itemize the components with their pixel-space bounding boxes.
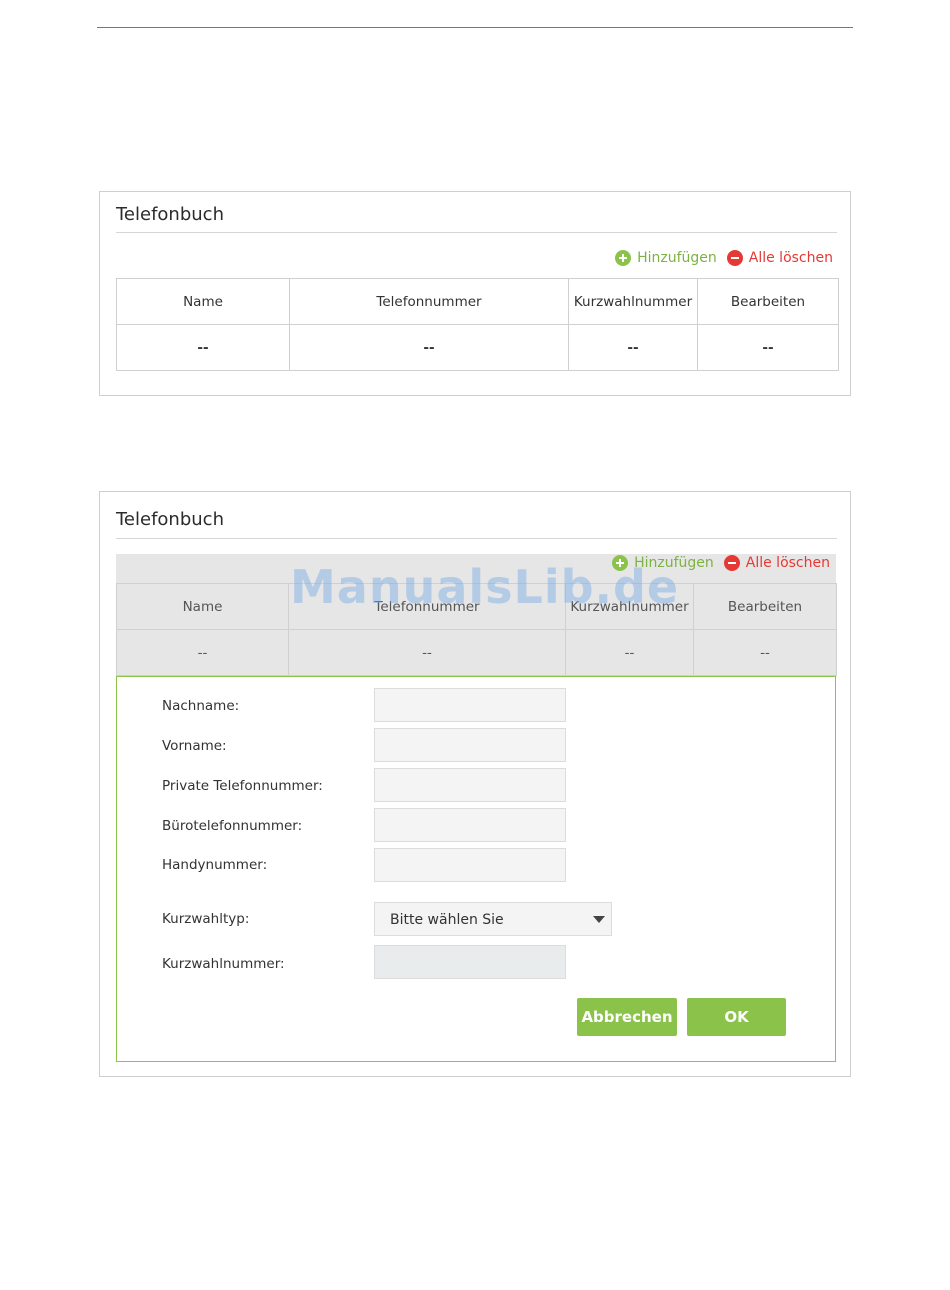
speed-dial-type-value: Bitte wählen Sie [390,912,504,928]
delete-all-label: Alle löschen [748,250,833,266]
private-phone-input[interactable] [374,768,566,802]
cell-edit: -- [697,324,839,371]
add-button[interactable]: Hinzufügen [615,250,717,266]
last-name-label: Nachname: [162,698,240,714]
cell-speed-dial: -- [565,629,694,676]
delete-all-label: Alle löschen [745,555,830,571]
cancel-button[interactable]: Abbrechen [577,998,677,1036]
table-row: -- -- -- -- [116,324,839,371]
speed-dial-type-select[interactable]: Bitte wählen Sie [374,902,612,936]
title-divider [116,538,837,539]
chevron-down-icon [593,916,605,923]
cell-name: -- [116,324,290,371]
speed-dial-type-label: Kurzwahltyp: [162,911,250,927]
table-actions: Hinzufügen Alle löschen [605,250,833,266]
panel-title: Telefonbuch [116,509,224,530]
first-name-input[interactable] [374,728,566,762]
mobile-label: Handynummer: [162,857,268,873]
phonebook-panel: Telefonbuch Hinzufügen Alle löschen Name… [99,191,851,396]
column-header-phone: Telefonnummer [289,278,569,325]
watermark: ManualsLib.de [290,560,680,614]
first-name-label: Vorname: [162,738,227,754]
title-divider [116,232,837,233]
column-header-name: Name [116,278,290,325]
phonebook-table: Name Telefonnummer Kurzwahlnummer Bearbe… [116,278,839,371]
column-header-edit: Bearbeiten [697,278,839,325]
cell-phone: -- [288,629,566,676]
ok-button[interactable]: OK [687,998,786,1036]
cell-phone: -- [289,324,569,371]
delete-all-button[interactable]: Alle löschen [723,555,830,571]
table-row: -- -- -- -- [116,629,837,676]
office-phone-label: Bürotelefonnummer: [162,818,303,834]
page-top-rule [97,27,853,28]
cell-edit: -- [693,629,837,676]
add-entry-form: Nachname: Vorname: Private Telefonnummer… [116,676,836,1062]
cell-name: -- [116,629,289,676]
column-header-speed-dial: Kurzwahlnummer [568,278,698,325]
private-phone-label: Private Telefonnummer: [162,778,323,794]
speed-dial-number-input[interactable] [374,945,566,979]
speed-dial-number-label: Kurzwahlnummer: [162,956,285,972]
mobile-input[interactable] [374,848,566,882]
table-header-row: Name Telefonnummer Kurzwahlnummer Bearbe… [116,278,839,325]
minus-icon [726,250,743,266]
last-name-input[interactable] [374,688,566,722]
add-label: Hinzufügen [637,250,717,266]
plus-icon [615,250,632,266]
cell-speed-dial: -- [568,324,698,371]
minus-icon [723,555,740,571]
office-phone-input[interactable] [374,808,566,842]
column-header-name: Name [116,583,289,630]
column-header-edit: Bearbeiten [693,583,837,630]
delete-all-button[interactable]: Alle löschen [726,250,833,266]
panel-title: Telefonbuch [116,204,224,225]
